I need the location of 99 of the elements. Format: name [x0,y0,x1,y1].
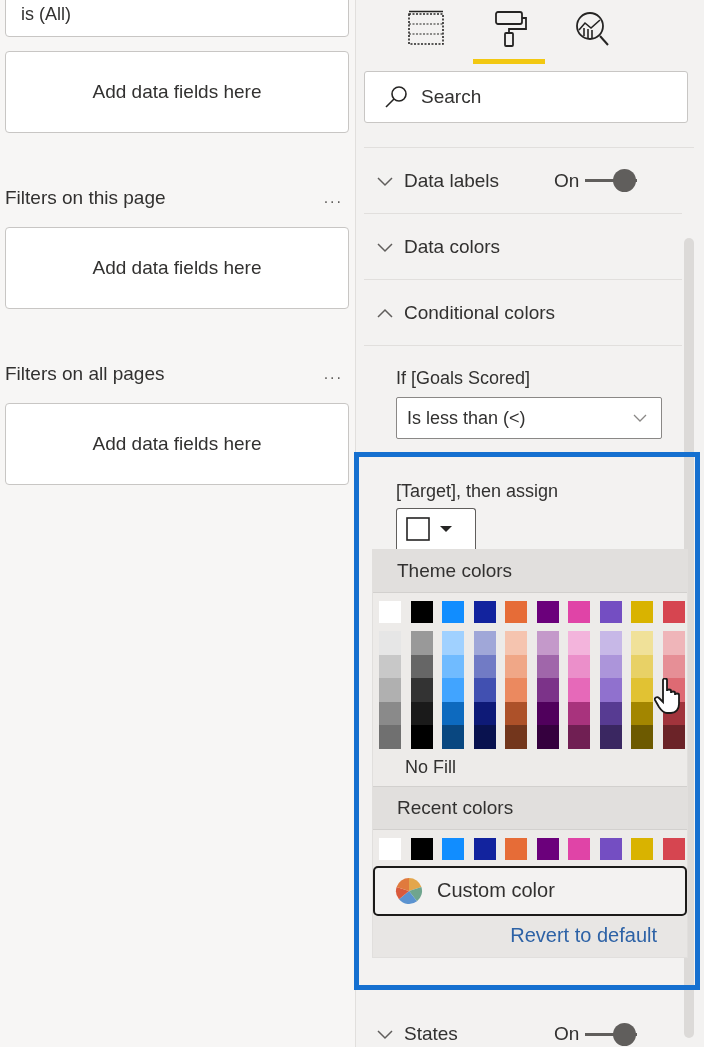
color-swatch[interactable] [662,725,685,749]
color-swatch[interactable] [442,678,464,702]
format-tab[interactable] [473,8,545,64]
color-swatch[interactable] [442,631,464,655]
color-swatch[interactable] [410,701,433,726]
color-swatch[interactable] [473,837,496,860]
color-swatch[interactable] [379,631,401,655]
color-swatch[interactable] [442,725,464,749]
color-swatch[interactable] [442,654,464,679]
drop-zone[interactable]: Add data fields here [5,403,349,485]
custom-color-button[interactable]: Custom color [373,865,687,916]
chevron-down-icon [633,413,647,423]
color-swatch[interactable] [536,725,559,749]
table-icon [407,10,445,48]
color-swatch[interactable] [536,601,559,623]
no-fill-option[interactable]: No Fill [405,756,456,777]
toggle-switch[interactable]: On [554,169,638,192]
section-title: Filters on all pages [5,363,165,385]
color-swatch[interactable] [442,601,464,623]
color-swatch-icon [406,517,430,541]
color-swatch[interactable] [599,725,622,749]
color-swatch[interactable] [662,654,685,679]
color-swatch[interactable] [568,654,590,679]
color-swatch[interactable] [442,837,464,860]
color-swatch[interactable] [536,701,559,726]
color-swatch[interactable] [410,678,433,702]
hand-cursor-icon [654,678,681,715]
search-field[interactable]: Search [364,71,688,123]
color-swatch[interactable] [473,678,496,702]
color-swatch[interactable] [631,837,653,860]
filter-card[interactable]: is (All) [5,0,349,37]
condition-dropdown[interactable]: Is less than (<) [396,397,662,439]
color-swatch[interactable] [631,678,653,702]
color-swatch[interactable] [410,837,433,860]
color-swatch[interactable] [505,725,527,749]
color-swatch[interactable] [473,725,496,749]
search-icon [384,85,408,109]
color-swatch[interactable] [379,678,401,702]
color-swatch[interactable] [536,631,559,655]
color-swatch[interactable] [379,701,401,726]
caret-icon [440,526,452,532]
color-swatch[interactable] [662,837,685,860]
color-swatch[interactable] [662,601,685,623]
section-title: Filters on this page [5,187,166,209]
color-swatch[interactable] [442,701,464,726]
color-swatch[interactable] [599,601,622,623]
color-swatch[interactable] [568,725,590,749]
more-options-button[interactable]: ... [323,365,343,383]
recent-colors-header: Recent colors [373,786,687,830]
color-swatch[interactable] [505,601,527,623]
color-swatch[interactable] [599,678,622,702]
color-swatch[interactable] [410,601,433,623]
color-swatch[interactable] [631,631,653,655]
color-swatch[interactable] [410,725,433,749]
color-swatch[interactable] [536,654,559,679]
color-swatch[interactable] [473,601,496,623]
color-swatch[interactable] [599,654,622,679]
color-wheel-icon [395,876,423,905]
color-swatch[interactable] [599,631,622,655]
more-options-button[interactable]: ... [323,189,343,207]
color-swatch[interactable] [568,837,590,860]
color-dropdown-button[interactable] [396,508,476,549]
theme-colors-header: Theme colors [373,550,687,593]
drop-zone[interactable]: Add data fields here [5,51,349,133]
condition-label: If [Goals Scored] [396,368,531,389]
assign-label: [Target], then assign [396,481,559,502]
color-swatch[interactable] [505,701,527,726]
section-header[interactable]: States On [364,1001,682,1047]
color-swatch[interactable] [631,725,653,749]
color-swatch[interactable] [631,701,653,726]
color-swatch[interactable] [379,654,401,679]
section-header[interactable]: Data colors [364,214,682,280]
section-header[interactable]: Conditional colors [364,280,682,346]
color-swatch[interactable] [379,725,401,749]
section-header[interactable]: Data labels On [364,148,682,214]
color-swatch[interactable] [599,837,622,860]
color-swatch[interactable] [536,837,559,860]
color-swatch[interactable] [631,654,653,679]
drop-zone[interactable]: Add data fields here [5,227,349,309]
color-swatch[interactable] [505,654,527,679]
filter-value: is (All) [21,4,71,24]
color-swatch[interactable] [505,678,527,702]
color-swatch[interactable] [631,601,653,623]
color-swatch[interactable] [410,654,433,679]
toggle-switch[interactable]: On [554,1023,638,1046]
color-swatch[interactable] [568,678,590,702]
color-swatch[interactable] [473,701,496,726]
color-swatch[interactable] [473,631,496,655]
color-swatch[interactable] [410,631,433,655]
color-swatch[interactable] [568,601,590,623]
color-swatch[interactable] [599,701,622,726]
color-swatch[interactable] [505,631,527,655]
color-swatch[interactable] [473,654,496,679]
color-swatch[interactable] [536,678,559,702]
magnifier-chart-icon [573,10,611,48]
color-swatch[interactable] [568,701,590,726]
color-swatch[interactable] [662,631,685,655]
color-swatch[interactable] [505,837,527,860]
color-swatch[interactable] [568,631,590,655]
